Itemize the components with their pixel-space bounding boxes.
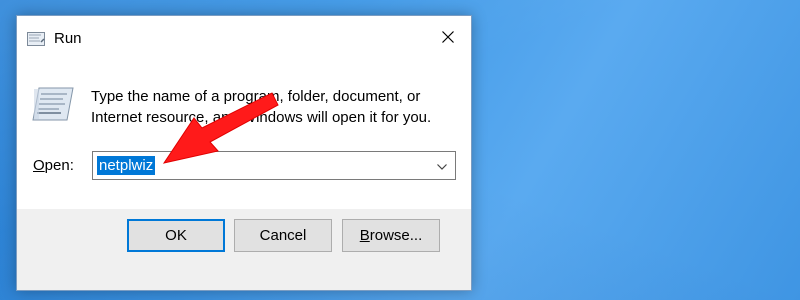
dropdown-button[interactable] <box>431 152 453 179</box>
description-text: Type the name of a program, folder, docu… <box>91 86 461 128</box>
open-combobox[interactable]: netplwiz <box>92 151 456 180</box>
ok-button[interactable]: OK <box>127 219 225 252</box>
run-icon <box>31 86 75 122</box>
open-label-accelerator: O <box>33 157 45 174</box>
browse-label: rowse... <box>369 227 423 244</box>
close-icon <box>442 30 454 48</box>
window-title: Run <box>54 30 82 47</box>
description-line: Type the name of a program, folder, docu… <box>91 88 421 105</box>
open-label-text: pen: <box>44 157 74 174</box>
open-label: Open: <box>33 157 74 174</box>
run-icon <box>27 32 45 46</box>
browse-accelerator: B <box>359 227 370 244</box>
cancel-button[interactable]: Cancel <box>234 219 332 252</box>
description-line: Internet resource, and Windows will open… <box>91 109 432 126</box>
browse-button[interactable]: Browse... <box>342 219 440 252</box>
open-input-value[interactable]: netplwiz <box>97 156 156 175</box>
title-bar: Run <box>17 16 471 61</box>
chevron-down-icon <box>437 157 447 175</box>
close-button[interactable] <box>425 24 471 54</box>
